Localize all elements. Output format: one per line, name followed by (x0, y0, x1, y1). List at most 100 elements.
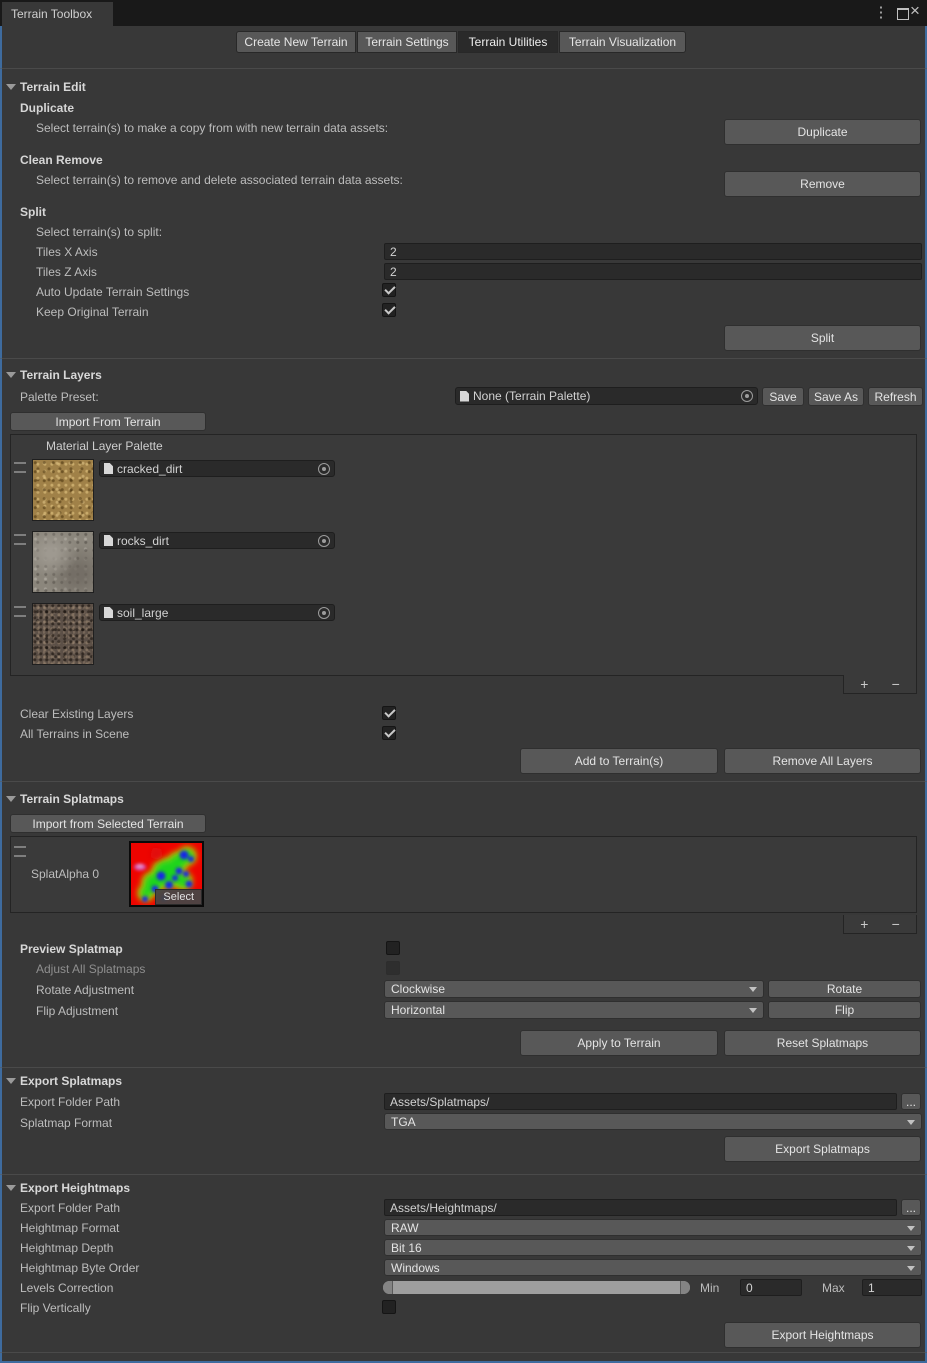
layer-thumbnail-cracked-dirt[interactable] (33, 460, 93, 520)
chevron-down-icon[interactable] (6, 1185, 16, 1191)
export-height-folder-input[interactable] (384, 1199, 897, 1216)
object-picker-icon[interactable] (740, 389, 754, 403)
terrain-toolbox-window: Terrain Toolbox ⋮ × Create New Terrain T… (0, 0, 927, 1363)
chevron-down-icon (749, 987, 757, 992)
asset-icon (104, 463, 113, 474)
export-splatmaps-button[interactable]: Export Splatmaps (724, 1136, 921, 1162)
split-button[interactable]: Split (724, 325, 921, 351)
flip-vertically-checkbox[interactable] (382, 1300, 396, 1314)
tiles-z-input[interactable] (384, 263, 922, 280)
slider-min-handle[interactable] (383, 1281, 393, 1294)
levels-correction-slider[interactable] (383, 1281, 690, 1294)
palette-preset-objectfield[interactable]: None (Terrain Palette) (455, 387, 758, 405)
export-heightmaps-button[interactable]: Export Heightmaps (724, 1322, 921, 1348)
rotate-button[interactable]: Rotate (768, 980, 921, 998)
split-heading: Split (20, 205, 46, 219)
drag-handle-icon[interactable] (14, 462, 26, 473)
add-to-terrain-button[interactable]: Add to Terrain(s) (520, 748, 718, 774)
clear-existing-checkbox[interactable] (382, 706, 396, 720)
drag-handle-icon[interactable] (14, 606, 26, 617)
clean-remove-description: Select terrain(s) to remove and delete a… (36, 173, 403, 187)
tab-terrain-utilities[interactable]: Terrain Utilities (458, 31, 558, 53)
max-label: Max (822, 1281, 845, 1295)
auto-update-label: Auto Update Terrain Settings (36, 285, 189, 299)
remove-layer-button[interactable]: − (885, 676, 907, 692)
layer-thumbnail-rocks-dirt[interactable] (33, 532, 93, 592)
section-terrain-edit[interactable]: Terrain Edit (20, 80, 86, 94)
close-icon[interactable]: × (906, 2, 924, 20)
heightmap-format-label: Heightmap Format (20, 1221, 119, 1235)
chevron-down-icon (907, 1266, 915, 1271)
drag-handle-icon[interactable] (14, 534, 26, 545)
add-splatmap-button[interactable]: + (853, 916, 875, 932)
chevron-down-icon[interactable] (6, 84, 16, 90)
section-export-splatmaps[interactable]: Export Splatmaps (20, 1074, 122, 1088)
save-as-button[interactable]: Save As (808, 387, 864, 406)
adjust-all-checkbox[interactable] (386, 961, 400, 975)
section-terrain-layers[interactable]: Terrain Layers (20, 368, 102, 382)
export-height-folder-label: Export Folder Path (20, 1201, 120, 1215)
preview-splatmap-label: Preview Splatmap (20, 942, 123, 956)
splatmap-select-button[interactable]: Select (155, 889, 202, 905)
preview-splatmap-checkbox[interactable] (386, 941, 400, 955)
keep-original-label: Keep Original Terrain (36, 305, 149, 319)
adjust-all-label: Adjust All Splatmaps (36, 962, 145, 976)
export-splat-browse-button[interactable]: ... (901, 1093, 921, 1110)
object-picker-icon[interactable] (317, 462, 331, 476)
tab-terrain-visualization[interactable]: Terrain Visualization (559, 31, 686, 53)
refresh-button[interactable]: Refresh (868, 387, 923, 406)
heightmap-format-dropdown[interactable]: RAW (384, 1219, 922, 1236)
flip-button[interactable]: Flip (768, 1001, 921, 1019)
tab-terrain-settings[interactable]: Terrain Settings (357, 31, 457, 53)
export-splat-folder-input[interactable] (384, 1093, 897, 1110)
rotate-adjustment-dropdown[interactable]: Clockwise (384, 980, 764, 998)
reset-splatmaps-button[interactable]: Reset Splatmaps (724, 1030, 921, 1056)
object-picker-icon[interactable] (317, 534, 331, 548)
section-terrain-splatmaps[interactable]: Terrain Splatmaps (20, 792, 124, 806)
chevron-down-icon[interactable] (6, 796, 16, 802)
add-layer-button[interactable]: + (853, 676, 875, 692)
tab-create-new-terrain[interactable]: Create New Terrain (236, 31, 356, 53)
clear-existing-label: Clear Existing Layers (20, 707, 133, 721)
layer-thumbnail-soil-large[interactable] (33, 604, 93, 664)
layer-objectfield-rocks-dirt[interactable]: rocks_dirt (99, 532, 335, 549)
chevron-down-icon[interactable] (6, 372, 16, 378)
palette-preset-label: Palette Preset: (20, 390, 99, 404)
auto-update-checkbox[interactable] (382, 283, 396, 297)
import-from-selected-terrain-button[interactable]: Import from Selected Terrain (10, 814, 206, 833)
max-input[interactable] (862, 1279, 922, 1296)
layer-objectfield-cracked-dirt[interactable]: cracked_dirt (99, 460, 335, 477)
divider (0, 1174, 927, 1175)
layer-objectfield-soil-large[interactable]: soil_large (99, 604, 335, 621)
slider-max-handle[interactable] (680, 1281, 690, 1294)
all-terrains-label: All Terrains in Scene (20, 727, 129, 741)
section-export-heightmaps[interactable]: Export Heightmaps (20, 1181, 130, 1195)
flip-vertically-label: Flip Vertically (20, 1301, 91, 1315)
min-input[interactable] (740, 1279, 802, 1296)
window-menu-icon[interactable]: ⋮ (872, 4, 890, 22)
duplicate-button[interactable]: Duplicate (724, 119, 921, 145)
keep-original-checkbox[interactable] (382, 303, 396, 317)
heightmap-byte-order-dropdown[interactable]: Windows (384, 1259, 922, 1276)
save-button[interactable]: Save (762, 387, 804, 406)
chevron-down-icon (749, 1008, 757, 1013)
tiles-x-input[interactable] (384, 243, 922, 260)
chevron-down-icon[interactable] (6, 1078, 16, 1084)
drag-handle-icon[interactable] (14, 846, 26, 857)
flip-adjustment-dropdown[interactable]: Horizontal (384, 1001, 764, 1019)
splatmap-thumbnail[interactable]: Select (129, 841, 204, 907)
import-from-terrain-button[interactable]: Import From Terrain (10, 412, 206, 431)
object-picker-icon[interactable] (317, 606, 331, 620)
remove-splatmap-button[interactable]: − (885, 916, 907, 932)
chevron-down-icon (907, 1120, 915, 1125)
remove-all-layers-button[interactable]: Remove All Layers (724, 748, 921, 774)
splatmap-list-footer: + − (843, 915, 917, 934)
remove-button[interactable]: Remove (724, 171, 921, 197)
all-terrains-checkbox[interactable] (382, 726, 396, 740)
window-tab[interactable]: Terrain Toolbox (2, 2, 113, 26)
apply-to-terrain-button[interactable]: Apply to Terrain (520, 1030, 718, 1056)
export-height-browse-button[interactable]: ... (901, 1199, 921, 1216)
divider (0, 358, 927, 359)
splatmap-format-dropdown[interactable]: TGA (384, 1113, 922, 1130)
heightmap-depth-dropdown[interactable]: Bit 16 (384, 1239, 922, 1256)
